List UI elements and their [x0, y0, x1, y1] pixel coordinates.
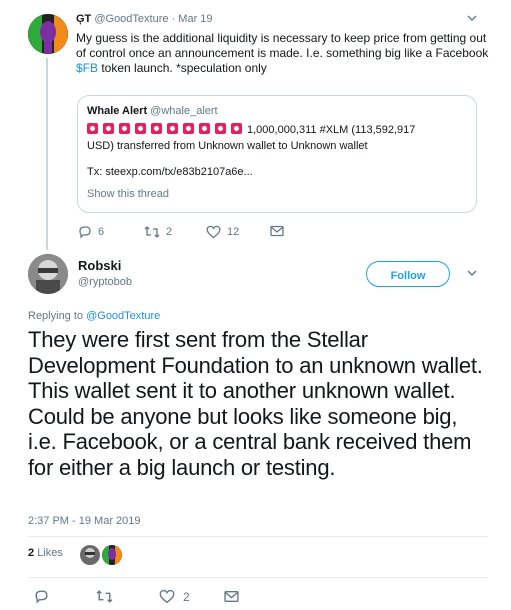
replying-to-link[interactable]: @GoodTexture [86, 310, 160, 322]
quote-header: Whale Alert @whale_alert [87, 105, 218, 117]
cashtag-link[interactable]: $FB [76, 61, 98, 75]
heart-icon [159, 589, 175, 604]
parent-retweet-button[interactable]: 2 [144, 225, 172, 239]
divider [28, 577, 488, 578]
siren-emoji-icon [215, 123, 226, 134]
siren-emoji-icon [151, 123, 162, 134]
main-retweet-button[interactable] [96, 589, 113, 604]
likes-summary[interactable]: 2 Likes [28, 547, 63, 559]
parent-like-count: 12 [227, 226, 240, 238]
parent-text-after: token launch. *speculation only [98, 61, 267, 75]
heart-icon [206, 225, 221, 239]
parent-reply-count: 6 [98, 226, 105, 238]
parent-like-button[interactable]: 12 [206, 225, 239, 239]
retweet-icon [96, 590, 113, 603]
siren-emoji-icon [231, 123, 242, 134]
avatar-goodtexture[interactable] [28, 14, 68, 54]
main-display-name[interactable]: Robski [78, 258, 121, 273]
liker-avatar-robski[interactable] [80, 545, 100, 565]
parent-reply-button[interactable]: 6 [78, 225, 104, 239]
quote-tx-link: Tx: steexp.com/tx/e83b2107a6e... [87, 166, 253, 178]
siren-emoji-icon [183, 123, 194, 134]
parent-message-button[interactable] [270, 225, 284, 237]
show-this-thread-link[interactable]: Show this thread [87, 188, 169, 200]
main-like-button[interactable]: 2 [159, 589, 190, 604]
main-chevron-down-icon[interactable] [466, 266, 478, 284]
main-like-count: 2 [183, 589, 190, 604]
siren-emoji-icon [119, 123, 130, 134]
liker-avatars [80, 545, 124, 565]
siren-emoji-icon [103, 123, 114, 134]
parent-tweet-text: My guess is the additional liquidity is … [76, 31, 496, 76]
parent-tweet-header: ĢΤ @GoodTexture · Mar 19 [76, 13, 213, 25]
siren-emoji-icon [167, 123, 178, 134]
reply-icon [79, 226, 91, 239]
parent-handle[interactable]: @GoodTexture [94, 13, 168, 25]
retweet-icon [144, 226, 160, 238]
siren-emoji-row [87, 123, 247, 136]
quoted-tweet[interactable]: Whale Alert @whale_alert 1,000,000,311 #… [77, 95, 477, 213]
avatar-robski[interactable] [28, 254, 68, 294]
main-message-button[interactable] [224, 590, 239, 603]
parent-date[interactable]: · Mar 19 [172, 13, 213, 25]
main-reply-button[interactable] [34, 589, 49, 604]
parent-retweet-count: 2 [166, 226, 173, 238]
divider [28, 536, 488, 537]
likes-count: 2 [28, 547, 35, 559]
main-tweet-text: They were first sent from the Stellar De… [28, 327, 483, 480]
thread-connector [46, 58, 48, 250]
reply-icon [35, 590, 48, 604]
replying-prefix: Replying to [28, 310, 87, 322]
likes-label: Likes [37, 547, 63, 559]
quote-text-line2: USD) transferred from Unknown wallet to … [87, 140, 368, 152]
siren-emoji-icon [199, 123, 210, 134]
quote-text-line1: 1,000,000,311 #XLM (113,592,917 [247, 124, 416, 136]
siren-emoji-icon [87, 123, 98, 134]
quote-text: 1,000,000,311 #XLM (113,592,917 USD) tra… [87, 122, 467, 154]
mail-icon [224, 590, 239, 603]
follow-button[interactable]: Follow [366, 261, 450, 287]
mail-icon [270, 225, 284, 237]
replying-to: Replying to @GoodTexture [28, 310, 160, 322]
siren-emoji-icon [135, 123, 146, 134]
quote-display-name: Whale Alert [87, 105, 148, 117]
parent-text-main: My guess is the additional liquidity is … [76, 31, 489, 60]
parent-display-name[interactable]: ĢΤ [76, 13, 91, 25]
parent-chevron-down-icon[interactable] [466, 12, 478, 27]
main-handle[interactable]: @ryptobob [78, 276, 132, 288]
quote-handle: @whale_alert [150, 105, 218, 117]
tweet-timestamp[interactable]: 2:37 PM - 19 Mar 2019 [28, 515, 141, 527]
liker-avatar-goodtexture[interactable] [102, 545, 122, 565]
